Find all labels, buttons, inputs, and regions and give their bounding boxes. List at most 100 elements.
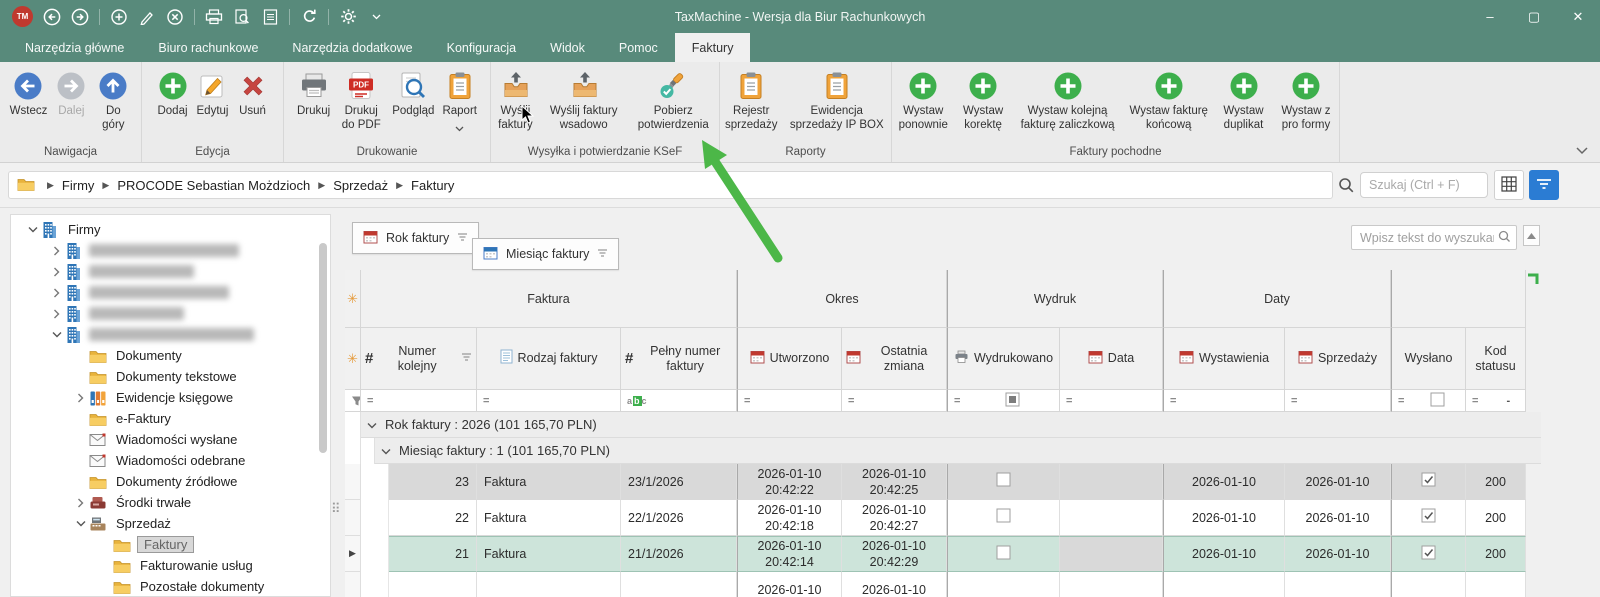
breadcrumb-item[interactable]: Sprzedaż (333, 178, 388, 193)
invoice-row[interactable]: 2026-01-102026-01-10 (345, 572, 1541, 597)
raport-button[interactable]: Raport (438, 68, 481, 139)
tree-expander-open-icon[interactable] (73, 520, 88, 527)
tree-item-company[interactable] (11, 261, 330, 282)
filter-cell[interactable]: = (947, 390, 1060, 412)
group-by-chip-miesiac-faktury[interactable]: Miesiąc faktury (472, 238, 619, 270)
breadcrumb[interactable]: ▶Firmy▶PROCODE Sebastian Możdzioch▶Sprze… (8, 171, 1333, 199)
wystaw-duplikat-button[interactable]: Wystaw duplikat (1214, 68, 1273, 134)
breadcrumb-item[interactable]: PROCODE Sebastian Możdzioch (117, 178, 310, 193)
tab-biuro-rachunkowe[interactable]: Biuro rachunkowe (141, 33, 275, 62)
ewidencja-sprzedaży-ip-box-button[interactable]: Ewidencja sprzedaży IP BOX (783, 68, 892, 134)
filter-cell[interactable]: = (842, 390, 947, 412)
tree-item-środki-trwałe[interactable]: Środki trwałe (11, 492, 330, 513)
group-row-level-0[interactable]: Rok faktury : 2026 (101 165,70 PLN) (345, 412, 1541, 438)
unchecked-checkbox-icon[interactable] (996, 472, 1011, 491)
add-icon[interactable] (110, 8, 128, 26)
global-search-input[interactable] (1360, 172, 1488, 198)
tree-item-firmy[interactable]: Firmy (11, 219, 330, 240)
column-header-kod-statusu[interactable]: Kod statusu (1466, 328, 1526, 390)
delete-circle-icon[interactable] (166, 8, 184, 26)
filter-cell[interactable]: = (477, 390, 621, 412)
tree-expander-open-icon[interactable] (49, 331, 64, 338)
column-header-sprzedaży[interactable]: Sprzedaży (1285, 328, 1391, 390)
filter-cell[interactable]: = (1391, 390, 1466, 412)
filter-cell[interactable]: abc (621, 390, 737, 412)
grid-search-input[interactable] (1351, 225, 1517, 250)
invoice-row-21[interactable]: ▶21Faktura21/1/20262026-01-1020:42:14202… (345, 536, 1541, 572)
do-góry-button[interactable]: Do góry (91, 68, 135, 134)
tree-expander-closed-icon[interactable] (49, 288, 64, 298)
tree-item-company[interactable] (11, 324, 330, 345)
tab-konfiguracja[interactable]: Konfiguracja (430, 33, 534, 62)
checked-checkbox-icon[interactable] (1421, 508, 1436, 527)
tree-item-company[interactable] (11, 240, 330, 261)
breadcrumb-item[interactable]: Firmy (62, 178, 95, 193)
tree-item-sprzedaż[interactable]: Sprzedaż (11, 513, 330, 534)
edit-pencil-icon[interactable] (138, 8, 156, 26)
group-by-chip-rok-faktury[interactable]: Rok faktury (352, 222, 479, 254)
invoice-row-23[interactable]: 23Faktura23/1/20262026-01-1020:42:222026… (345, 464, 1541, 500)
column-header-wysłano[interactable]: Wysłano (1391, 328, 1466, 390)
drukuj-button[interactable]: Drukuj (293, 68, 334, 121)
filter-cell[interactable]: = (361, 390, 477, 412)
tree-item-dokumenty[interactable]: Dokumenty (11, 345, 330, 366)
podgląd-button[interactable]: Podgląd (388, 68, 438, 121)
tab-narzędzia-dodatkowe[interactable]: Narzędzia dodatkowe (275, 33, 429, 62)
maximize-button[interactable]: ▢ (1512, 0, 1556, 33)
tree-item-ewidencje-księgowe[interactable]: Ewidencje księgowe (11, 387, 330, 408)
column-header-utworzono[interactable]: Utworzono (737, 328, 842, 390)
grid-view-button[interactable] (1494, 170, 1524, 200)
print-icon[interactable] (205, 8, 223, 26)
filter-cell[interactable]: = (1163, 390, 1285, 412)
column-header-ostatnia-zmiana[interactable]: Ostatnia zmiana (842, 328, 947, 390)
tab-widok[interactable]: Widok (533, 33, 602, 62)
refresh-icon[interactable] (300, 8, 318, 26)
wystaw-z-pro-formy-button[interactable]: Wystaw z pro formy (1273, 68, 1339, 134)
tree-item-wiadomości-odebrane[interactable]: Wiadomości odebrane (11, 450, 330, 471)
filter-cell[interactable]: = (737, 390, 842, 412)
close-button[interactable]: ✕ (1556, 0, 1600, 33)
tree-expander-open-icon[interactable] (25, 226, 40, 233)
unchecked-checkbox-icon[interactable] (996, 545, 1011, 564)
wstecz-button[interactable]: Wstecz (6, 68, 52, 121)
column-header-wydrukowano[interactable]: Wydrukowano (947, 328, 1060, 390)
wystaw-kolejną-fakturę-zaliczkową-button[interactable]: Wystaw kolejną fakturę zaliczkową (1012, 68, 1124, 134)
unchecked-checkbox-icon[interactable] (996, 508, 1011, 527)
tree-expander-closed-icon[interactable] (49, 309, 64, 319)
checked-checkbox-icon[interactable] (1421, 472, 1436, 491)
filter-cell[interactable]: = (1285, 390, 1391, 412)
tree-expander-closed-icon[interactable] (73, 498, 88, 508)
print-preview-icon[interactable] (233, 8, 251, 26)
tab-narzędzia-główne[interactable]: Narzędzia główne (8, 33, 141, 62)
wystaw-ponownie-button[interactable]: Wystaw ponownie (892, 68, 954, 134)
column-header-data[interactable]: Data (1060, 328, 1163, 390)
settings-gear-icon[interactable] (339, 8, 357, 26)
pobierz-potwierdzenia-button[interactable]: Pobierz potwierdzenia (628, 68, 719, 134)
tree-expander-closed-icon[interactable] (49, 246, 64, 256)
rejestr-sprzedaży-button[interactable]: Rejestr sprzedaży (720, 68, 783, 134)
group-expand-icon[interactable] (367, 417, 377, 432)
filter-menu-button[interactable] (1529, 170, 1559, 200)
pdf-icon[interactable] (261, 8, 279, 26)
tree-item-company[interactable] (11, 303, 330, 324)
edytuj-button[interactable]: Edytuj (193, 68, 233, 121)
tab-pomoc[interactable]: Pomoc (602, 33, 675, 62)
tree-scrollbar[interactable] (319, 243, 327, 453)
dodaj-button[interactable]: Dodaj (153, 68, 193, 121)
checked-checkbox-icon[interactable] (1421, 545, 1436, 564)
tree-expander-closed-icon[interactable] (73, 393, 88, 403)
back-circle-icon[interactable] (43, 8, 61, 26)
minimize-button[interactable]: – (1468, 0, 1512, 33)
dropdown-caret-icon[interactable] (367, 8, 385, 26)
breadcrumb-item[interactable]: Faktury (411, 178, 454, 193)
tree-item-faktury[interactable]: Faktury (11, 534, 330, 555)
usuń-button[interactable]: Usuń (233, 68, 273, 121)
scrollbar-up-button[interactable] (1523, 225, 1540, 246)
column-header-rodzaj-faktury[interactable]: Rodzaj faktury (477, 328, 621, 390)
column-header-pełny-numer-faktury[interactable]: #Pełny numer faktury (621, 328, 737, 390)
tree-item-dokumenty-źródłowe[interactable]: Dokumenty źródłowe (11, 471, 330, 492)
tree-item-pozostałe-dokumenty[interactable]: Pozostałe dokumenty (11, 576, 330, 597)
splitter-handle[interactable]: ⠿ (331, 504, 339, 514)
forward-circle-icon[interactable] (71, 8, 89, 26)
wyślij-faktury-wsadowo-button[interactable]: Wyślij faktury wsadowo (540, 68, 628, 134)
